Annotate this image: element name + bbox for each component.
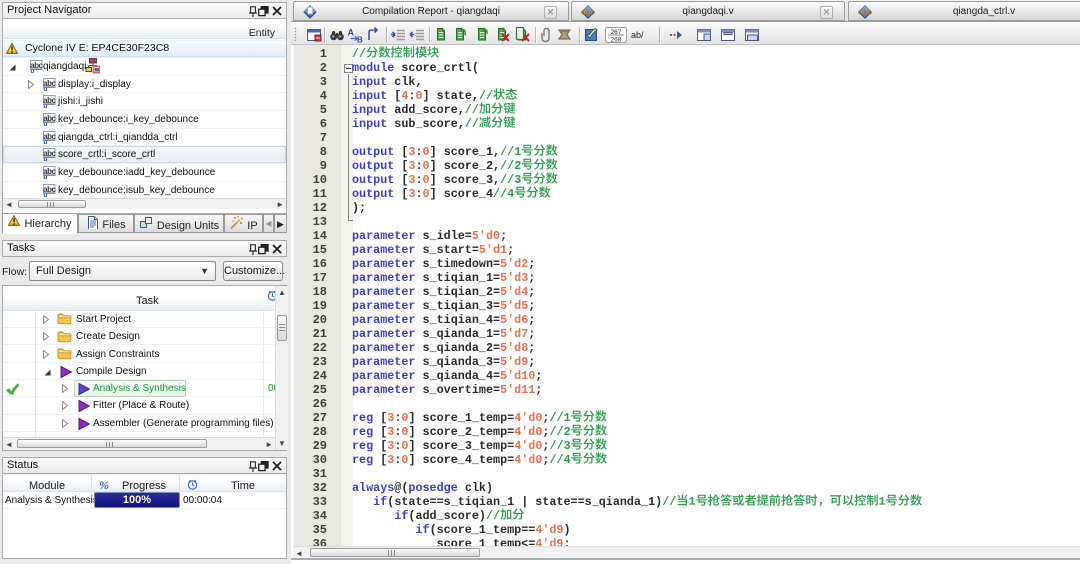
svg-text:abc: abc bbox=[43, 167, 56, 176]
svg-text:abc: abc bbox=[43, 185, 56, 194]
svg-text:abc: abc bbox=[43, 131, 56, 140]
svg-text:abc: abc bbox=[43, 96, 56, 105]
svg-text:abc: abc bbox=[43, 149, 56, 158]
svg-text:abc: abc bbox=[30, 61, 43, 70]
svg-text:abc: abc bbox=[43, 78, 56, 87]
svg-text:abc: abc bbox=[43, 114, 56, 123]
